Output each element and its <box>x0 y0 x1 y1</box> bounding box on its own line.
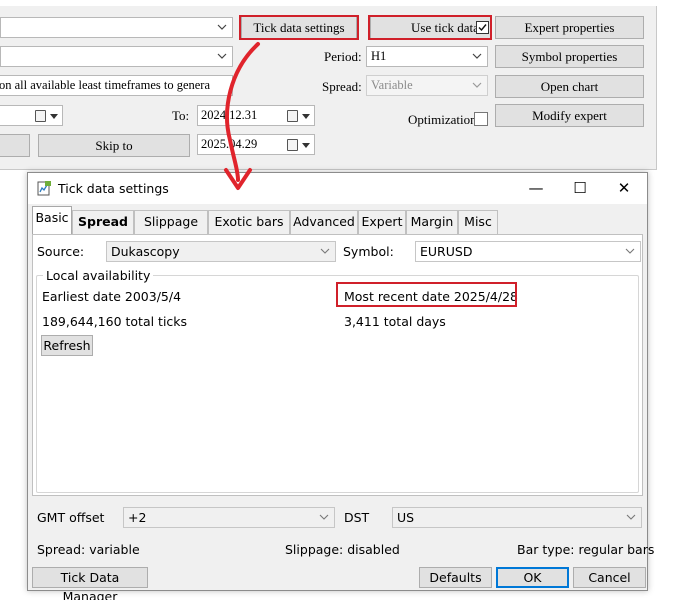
model-value: on all available least timeframes to gen… <box>0 78 211 92</box>
local-availability-label: Local availability <box>43 268 154 283</box>
minimize-button[interactable]: — <box>516 177 556 201</box>
maximize-button[interactable]: ☐ <box>560 177 600 201</box>
local-availability-group: Local availability Earliest date 2003/5/… <box>36 268 639 493</box>
symbol-properties-button[interactable]: Symbol properties <box>495 45 644 68</box>
close-icon: ✕ <box>617 179 631 197</box>
period-label: Period: <box>324 49 362 64</box>
maximize-icon: ☐ <box>573 179 587 197</box>
bar-type-status: Bar type: regular bars <box>517 542 655 557</box>
spread-status: Spread: variable <box>37 542 140 557</box>
tab-margin[interactable]: Margin <box>406 210 458 234</box>
calendar-icon <box>287 139 298 151</box>
dst-value: US <box>397 510 415 525</box>
tab-exotic-bars[interactable]: Exotic bars <box>208 210 290 234</box>
dst-combo[interactable]: US <box>392 507 642 528</box>
gmt-offset-value: +2 <box>128 510 147 525</box>
close-button[interactable]: ✕ <box>604 177 644 201</box>
skip-to-button[interactable]: Skip to <box>38 134 190 157</box>
expert-properties-button[interactable]: Expert properties <box>495 16 644 39</box>
source-value: Dukascopy <box>111 244 180 259</box>
to-label: To: <box>172 108 190 123</box>
total-ticks: 189,644,160 total ticks <box>42 314 188 329</box>
symbol-value: EURUSD <box>420 244 473 259</box>
spread-combo[interactable]: Variable <box>366 75 488 96</box>
dropdown-arrow-icon <box>50 114 58 119</box>
spread-value: Variable <box>371 78 413 92</box>
symbol-select[interactable]: EURUSD <box>415 241 641 262</box>
tab-spread[interactable]: Spread <box>72 210 134 234</box>
open-chart-button[interactable]: Open chart <box>495 75 644 98</box>
app-icon <box>37 181 51 196</box>
modify-expert-button[interactable]: Modify expert <box>495 104 644 127</box>
chevron-down-icon <box>319 514 329 520</box>
model-combo[interactable]: on all available least timeframes to gen… <box>0 75 233 96</box>
period-combo[interactable]: H1 <box>366 46 488 67</box>
defaults-button[interactable]: Defaults <box>419 567 492 588</box>
cancel-button[interactable]: Cancel <box>573 567 646 588</box>
optimization-checkbox[interactable] <box>474 112 488 126</box>
dropdown-arrow-icon <box>302 114 310 119</box>
earliest-date: Earliest date 2003/5/4 <box>42 289 182 304</box>
tab-misc[interactable]: Misc <box>458 210 498 234</box>
chevron-down-icon <box>625 248 635 254</box>
symbol-label: Symbol: <box>343 244 394 259</box>
optimization-label: Optimization <box>408 112 477 127</box>
chevron-down-icon <box>626 514 636 520</box>
annotation-arrow-icon <box>224 42 260 190</box>
dialog-title: Tick data settings <box>58 181 169 196</box>
gmt-offset-label: GMT offset <box>37 510 105 525</box>
dst-label: DST <box>344 510 370 525</box>
basic-tab-panel: Source: Dukascopy Symbol: EURUSD Local a… <box>32 234 643 496</box>
calendar-icon <box>35 110 46 122</box>
calendar-icon <box>287 110 298 122</box>
total-days: 3,411 total days <box>344 314 446 329</box>
period-value: H1 <box>371 49 387 63</box>
source-combo[interactable]: Dukascopy <box>106 241 336 262</box>
dialog-titlebar: Tick data settings — ☐ ✕ <box>28 173 647 204</box>
from-date-field[interactable] <box>0 105 63 126</box>
stop-button[interactable] <box>0 134 30 157</box>
tick-data-manager-button[interactable]: Tick Data Manager <box>32 567 148 600</box>
highlight-box-most-recent-date <box>336 282 517 307</box>
minimize-icon: — <box>528 179 544 197</box>
source-label: Source: <box>37 244 85 259</box>
tab-slippage[interactable]: Slippage <box>134 210 208 234</box>
refresh-button[interactable]: Refresh <box>41 335 93 356</box>
chevron-down-icon <box>472 82 482 88</box>
tick-data-settings-dialog: Tick data settings — ☐ ✕ Source: Dukasco… <box>27 172 654 600</box>
expert-combo[interactable] <box>0 17 233 38</box>
spread-label: Spread: <box>322 79 362 94</box>
tab-expert[interactable]: Expert <box>358 210 406 234</box>
gmt-offset-combo[interactable]: +2 <box>123 507 335 528</box>
highlight-box-use-tick-data <box>368 15 492 40</box>
tab-advanced[interactable]: Advanced <box>290 210 358 234</box>
tab-basic[interactable]: Basic <box>32 206 72 234</box>
chevron-down-icon <box>320 248 330 254</box>
ok-button[interactable]: OK <box>496 567 569 588</box>
chevron-down-icon <box>472 53 482 59</box>
dropdown-arrow-icon <box>302 143 310 148</box>
slippage-status: Slippage: disabled <box>285 542 400 557</box>
symbol-combo[interactable] <box>0 46 233 67</box>
